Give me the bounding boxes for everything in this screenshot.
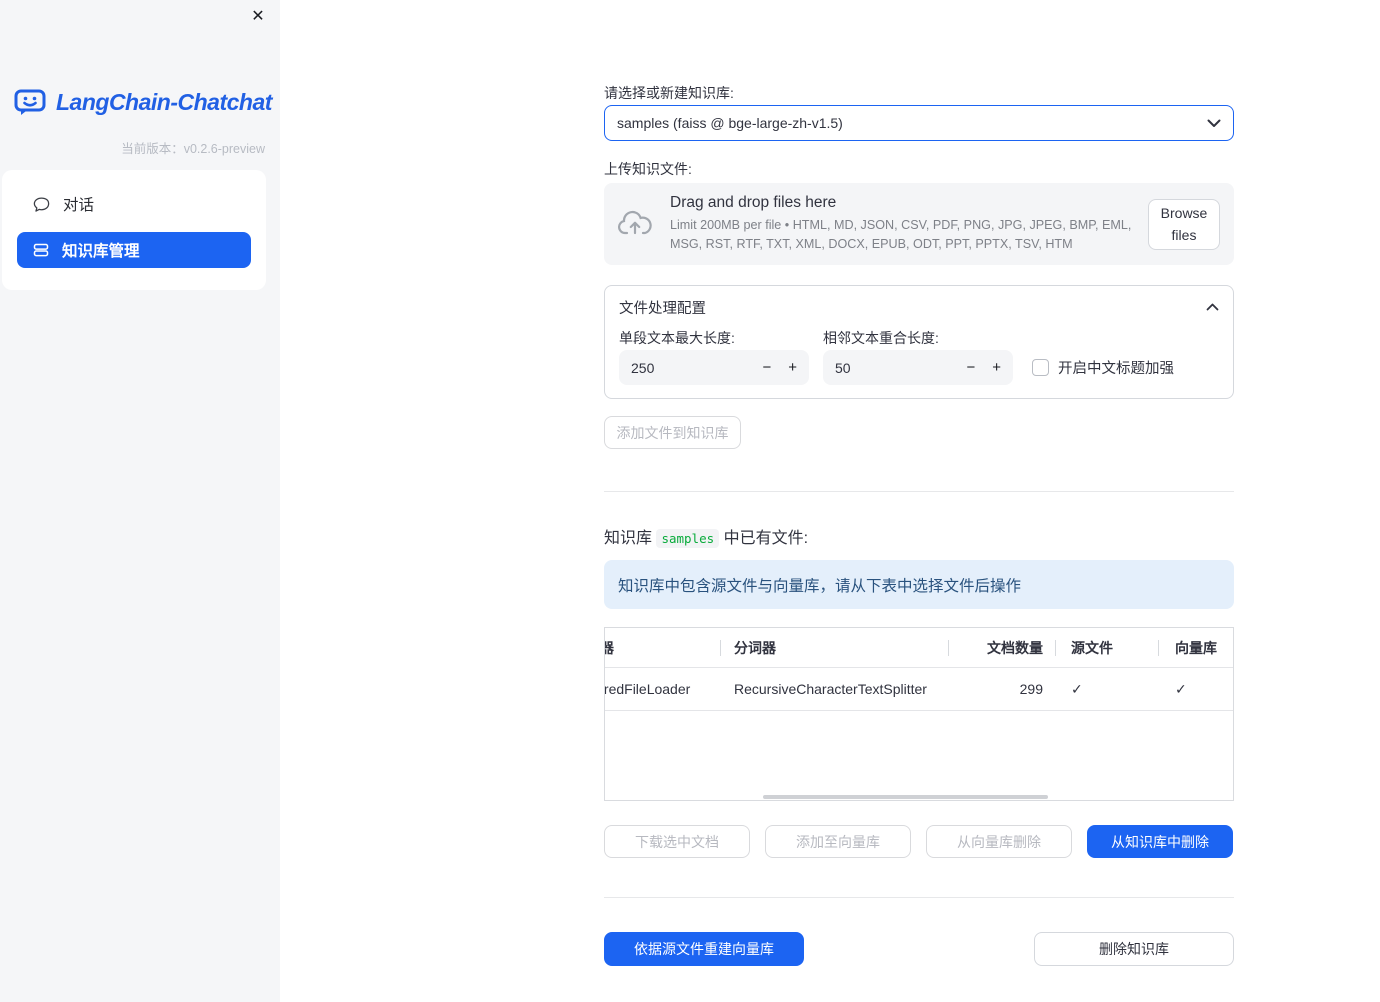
kb-files-table[interactable]: 文档加载器 分词器 文档数量 源文件 向量库 UnstructuredFileL… bbox=[604, 627, 1234, 801]
sidebar-item-label: 对话 bbox=[63, 197, 95, 214]
cell-splitter: RecursiveCharacterTextSplitter bbox=[734, 681, 927, 697]
kb-name-code: samples bbox=[656, 529, 720, 548]
kb-select-dropdown[interactable]: samples (faiss @ bge-large-zh-v1.5) bbox=[604, 105, 1234, 141]
increment-icon[interactable]: + bbox=[992, 359, 1001, 376]
cell-vector-store-check: ✓ bbox=[1175, 680, 1187, 697]
cell-source-file-check: ✓ bbox=[1071, 680, 1083, 697]
delete-kb-button[interactable]: 删除知识库 bbox=[1034, 932, 1234, 966]
sidebar-item-dialogue[interactable]: 对话 bbox=[17, 186, 251, 222]
chunk-overlap-value: 50 bbox=[835, 359, 851, 376]
column-header-source-file: 源文件 bbox=[1071, 639, 1113, 656]
divider bbox=[604, 491, 1234, 492]
knowledge-base-icon bbox=[33, 242, 49, 258]
uploader-label: 上传知识文件: bbox=[604, 161, 692, 177]
cloud-upload-icon bbox=[618, 210, 652, 238]
main-content: 请选择或新建知识库: samples (faiss @ bge-large-zh… bbox=[280, 0, 1380, 1002]
column-header-vector-store: 向量库 bbox=[1175, 639, 1217, 656]
decrement-icon[interactable]: − bbox=[966, 359, 975, 376]
sidebar-item-knowledge-base[interactable]: 知识库管理 bbox=[17, 232, 251, 268]
column-separator bbox=[1055, 640, 1056, 656]
column-separator bbox=[1158, 640, 1159, 656]
close-sidebar-icon[interactable]: ✕ bbox=[249, 8, 267, 26]
rebuild-vector-store-button[interactable]: 依据源文件重建向量库 bbox=[604, 932, 804, 966]
horizontal-scrollbar[interactable] bbox=[763, 795, 1048, 799]
zh-title-label: 开启中文标题加强 bbox=[1058, 361, 1174, 377]
increment-icon[interactable]: + bbox=[788, 359, 797, 376]
zh-title-checkbox-row: 开启中文标题加强 bbox=[1032, 357, 1174, 378]
info-alert-text: 知识库中包含源文件与向量库，请从下表中选择文件后操作 bbox=[618, 577, 1022, 595]
chunk-size-value: 250 bbox=[631, 359, 655, 376]
app-title: LangChain-Chatchat bbox=[56, 88, 272, 115]
cell-doc-count: 299 bbox=[1019, 681, 1043, 697]
chunk-size-input[interactable]: 250 − + bbox=[619, 350, 809, 385]
info-alert: 知识库中包含源文件与向量库，请从下表中选择文件后操作 bbox=[604, 560, 1234, 609]
kb-select-label: 请选择或新建知识库: bbox=[604, 85, 734, 101]
sidebar: ✕ LangChain-Chatchat 当前版本：v0.2.6-preview… bbox=[0, 0, 280, 1002]
dropzone-limits: Limit 200MB per file • HTML, MD, JSON, C… bbox=[670, 218, 1132, 251]
browse-files-button[interactable]: Browse files bbox=[1148, 198, 1220, 250]
dropzone-title: Drag and drop files here bbox=[670, 194, 837, 212]
kb-select-value: samples (faiss @ bge-large-zh-v1.5) bbox=[617, 115, 843, 131]
expander-title: 文件处理配置 bbox=[619, 300, 706, 317]
column-header-doc-count: 文档数量 bbox=[987, 639, 1043, 656]
zh-title-checkbox[interactable] bbox=[1032, 359, 1049, 376]
sidebar-menu: 对话 知识库管理 bbox=[2, 170, 266, 290]
table-row[interactable]: UnstructuredFileLoader RecursiveCharacte… bbox=[605, 668, 1233, 711]
chunk-overlap-input[interactable]: 50 − + bbox=[823, 350, 1013, 385]
chevron-down-icon bbox=[1207, 119, 1221, 128]
add-files-to-kb-button[interactable]: 添加文件到知识库 bbox=[604, 416, 741, 449]
download-selected-button[interactable]: 下载选中文档 bbox=[604, 825, 750, 858]
chatchat-logo-icon bbox=[12, 84, 48, 120]
app-logo: LangChain-Chatchat bbox=[12, 84, 272, 120]
chevron-up-icon bbox=[1206, 303, 1219, 311]
column-header-splitter: 分词器 bbox=[734, 639, 776, 656]
expander-header[interactable]: 文件处理配置 bbox=[619, 296, 1219, 318]
delete-from-vector-store-button[interactable]: 从向量库删除 bbox=[926, 825, 1072, 858]
chat-bubble-icon bbox=[33, 196, 50, 213]
kb-files-heading: 知识库 samples 中已有文件: bbox=[604, 529, 809, 548]
column-header-loader: 文档加载器 bbox=[605, 638, 720, 658]
chunk-size-label: 单段文本最大长度: bbox=[619, 330, 735, 346]
decrement-icon[interactable]: − bbox=[762, 359, 771, 376]
dropzone-text: Drag and drop files here Limit 200MB per… bbox=[670, 194, 1144, 254]
chunk-overlap-label: 相邻文本重合长度: bbox=[823, 330, 939, 346]
delete-from-kb-button[interactable]: 从知识库中删除 bbox=[1087, 825, 1233, 858]
version-text: 当前版本：v0.2.6-preview bbox=[121, 142, 265, 156]
cell-loader: UnstructuredFileLoader bbox=[605, 681, 691, 697]
sidebar-item-label: 知识库管理 bbox=[62, 243, 140, 260]
table-header-row: 文档加载器 分词器 文档数量 源文件 向量库 bbox=[605, 628, 1233, 668]
file-config-expander: 文件处理配置 单段文本最大长度: 相邻文本重合长度: 250 − + 50 − … bbox=[604, 285, 1234, 399]
column-separator bbox=[948, 640, 949, 656]
divider bbox=[604, 897, 1234, 898]
file-dropzone[interactable]: Drag and drop files here Limit 200MB per… bbox=[604, 183, 1234, 265]
add-to-vector-store-button[interactable]: 添加至向量库 bbox=[765, 825, 911, 858]
column-separator bbox=[720, 640, 721, 656]
